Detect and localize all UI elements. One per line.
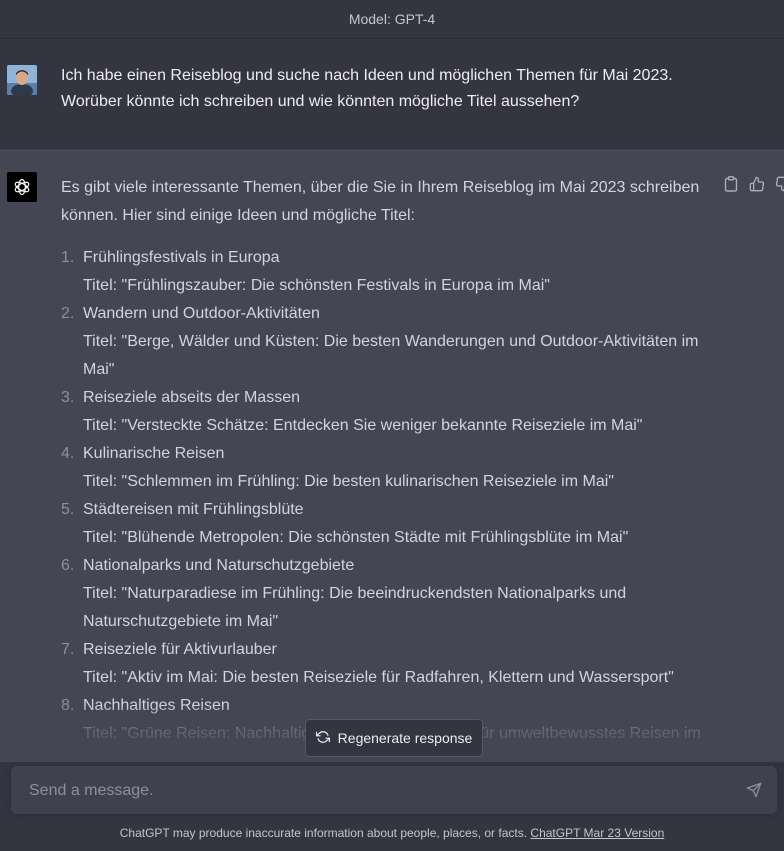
list-number: 1. (61, 249, 75, 266)
message-input[interactable] (27, 779, 731, 803)
list-number: 7. (61, 641, 75, 658)
item-title: Nationalparks und Naturschutzgebiete (83, 557, 355, 574)
paper-plane-icon[interactable] (745, 781, 763, 799)
item-title: Städtereisen mit Frühlingsblüte (83, 501, 304, 518)
list-item: 4. Kulinarische Reisen Titel: "Schlemmen… (61, 440, 711, 496)
list-number: 4. (61, 445, 75, 462)
user-message-line: Ich habe einen Reiseblog und suche nach … (61, 67, 673, 84)
list-item: 1. Frühlingsfestivals in Europa Titel: "… (61, 244, 711, 300)
item-subtitle: Titel: "Blühende Metropolen: Die schönst… (83, 529, 629, 546)
thumbs-up-icon[interactable] (748, 175, 766, 193)
refresh-icon (315, 730, 330, 747)
assistant-intro: Es gibt viele interessante Themen, über … (61, 179, 700, 224)
item-title: Wandern und Outdoor-Aktivitäten (83, 305, 320, 322)
list-number: 3. (61, 389, 75, 406)
disclaimer-text: ChatGPT may produce inaccurate informati… (119, 826, 528, 840)
list-item: 7. Reiseziele für Aktivurlauber Titel: "… (61, 636, 711, 692)
user-message-row: Ich habe einen Reiseblog und suche nach … (0, 39, 784, 149)
list-item: 2. Wandern und Outdoor-Aktivitäten Titel… (61, 300, 711, 384)
user-message-text: Ich habe einen Reiseblog und suche nach … (61, 63, 741, 115)
item-subtitle: Titel: "Berge, Wälder und Küsten: Die be… (83, 333, 699, 378)
item-subtitle: Titel: "Naturparadiese im Frühling: Die … (83, 585, 627, 630)
list-number: 6. (61, 557, 75, 574)
item-title: Reiseziele für Aktivurlauber (83, 641, 277, 658)
thumbs-down-icon[interactable] (774, 175, 784, 193)
regenerate-response-button[interactable]: Regenerate response (305, 719, 483, 757)
footer-disclaimer: ChatGPT may produce inaccurate informati… (0, 826, 784, 840)
item-subtitle: Titel: "Schlemmen im Frühling: Die beste… (83, 473, 614, 490)
clipboard-icon[interactable] (722, 175, 740, 193)
item-title: Frühlingsfestivals in Europa (83, 249, 280, 266)
user-message-line: Worüber könnte ich schreiben und wie kön… (61, 93, 580, 110)
user-avatar (7, 65, 37, 95)
version-link[interactable]: ChatGPT Mar 23 Version (530, 826, 664, 840)
item-subtitle: Titel: "Versteckte Schätze: Entdecken Si… (83, 417, 643, 434)
list-item: 3. Reiseziele abseits der Massen Titel: … (61, 384, 711, 440)
model-label: Model: GPT-4 (348, 11, 436, 27)
list-number: 2. (61, 305, 75, 322)
model-header: Model: GPT-4 (0, 0, 784, 39)
item-title: Kulinarische Reisen (83, 445, 225, 462)
message-composer (11, 766, 777, 814)
item-title: Nachhaltiges Reisen (83, 697, 230, 714)
item-title: Reiseziele abseits der Massen (83, 389, 300, 406)
regenerate-label: Regenerate response (337, 730, 473, 746)
item-subtitle: Titel: "Aktiv im Mai: Die besten Reisezi… (83, 669, 674, 686)
item-subtitle: Titel: "Frühlingszauber: Die schönsten F… (83, 277, 550, 294)
list-item: 6. Nationalparks und Naturschutzgebiete … (61, 552, 711, 636)
ideas-list: 1. Frühlingsfestivals in Europa Titel: "… (61, 244, 711, 776)
openai-logo-icon (7, 172, 37, 202)
list-item: 5. Städtereisen mit Frühlingsblüte Titel… (61, 496, 711, 552)
list-number: 8. (61, 697, 75, 714)
assistant-message-text: Es gibt viele interessante Themen, über … (61, 174, 711, 776)
message-actions (722, 175, 784, 193)
list-number: 5. (61, 501, 75, 518)
